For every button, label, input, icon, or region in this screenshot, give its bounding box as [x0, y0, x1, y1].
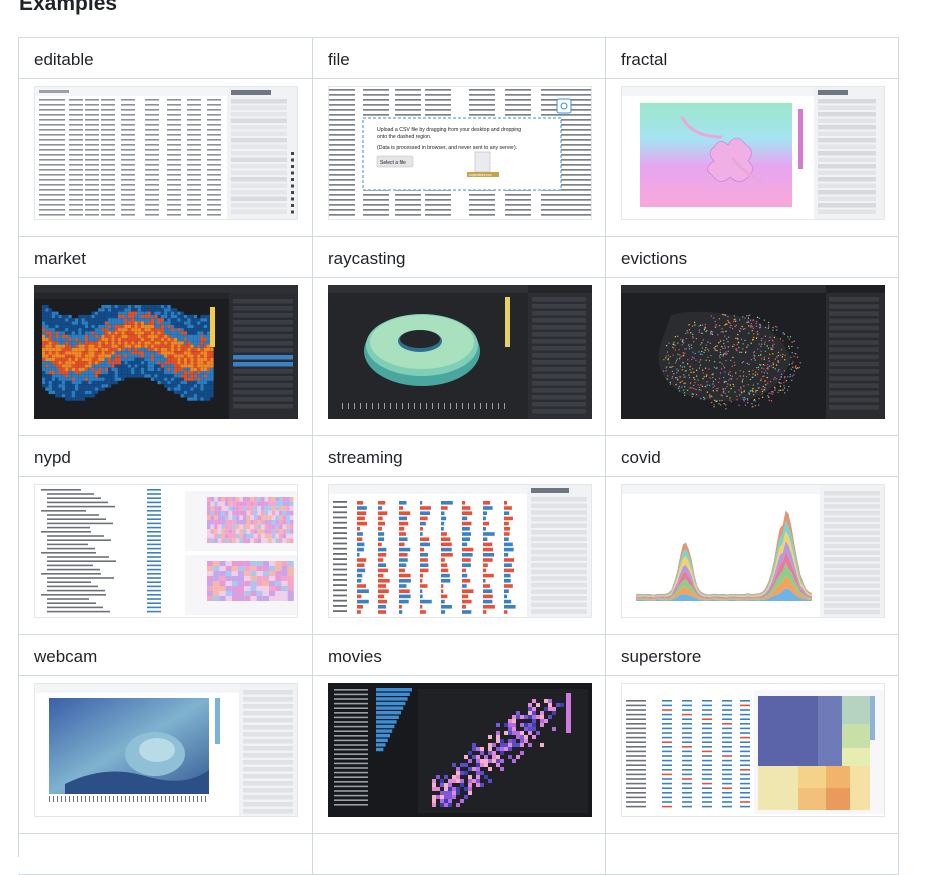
example-thumb-editable[interactable] — [19, 79, 313, 237]
svg-text:Select a file: Select a file — [380, 160, 406, 166]
example-thumb-superstore[interactable] — [606, 676, 899, 834]
streaming-screenshot[interactable] — [328, 484, 592, 618]
example-label[interactable]: editable — [34, 50, 94, 69]
example-label[interactable]: file — [328, 50, 350, 69]
example-label[interactable]: nypd — [34, 448, 71, 467]
example-thumb-movies[interactable] — [313, 676, 606, 834]
example-label[interactable]: streaming — [328, 448, 403, 467]
examples-grid: editable file fractal Upload a CSV file … — [18, 37, 899, 875]
example-label[interactable]: market — [34, 249, 86, 268]
example-title-evictions[interactable]: evictions — [606, 237, 899, 278]
example-title-raycasting[interactable]: raycasting — [313, 237, 606, 278]
example-thumb-webcam[interactable] — [19, 676, 313, 834]
example-thumb-fractal[interactable] — [606, 79, 899, 237]
example-title-next-row — [313, 834, 606, 875]
example-title-next-row — [19, 834, 313, 875]
example-title-next-row — [606, 834, 899, 875]
page-heading: Examples — [19, 0, 118, 15]
example-label[interactable]: evictions — [621, 249, 687, 268]
example-title-nypd[interactable]: nypd — [19, 436, 313, 477]
example-label[interactable]: superstore — [621, 647, 701, 666]
market-screenshot[interactable] — [34, 285, 298, 419]
file-privacy: (Data is processed in browser, and never… — [377, 145, 517, 151]
example-thumb-market[interactable] — [19, 278, 313, 436]
example-title-fractal[interactable]: fractal — [606, 38, 899, 79]
example-title-movies[interactable]: movies — [313, 635, 606, 676]
example-thumb-covid[interactable] — [606, 477, 899, 635]
fractal-screenshot[interactable] — [621, 86, 885, 220]
covid-screenshot[interactable] — [621, 484, 885, 618]
svg-text:onto the dashed region.: onto the dashed region. — [377, 134, 432, 140]
example-title-editable[interactable]: editable — [19, 38, 313, 79]
example-title-streaming[interactable]: streaming — [313, 436, 606, 477]
example-thumb-raycasting[interactable] — [313, 278, 606, 436]
file-instruction: Upload a CSV file by dragging from your … — [377, 127, 521, 133]
file-screenshot[interactable]: Upload a CSV file by dragging from your … — [328, 86, 592, 220]
example-thumb-nypd[interactable] — [19, 477, 313, 635]
raycasting-screenshot[interactable] — [328, 285, 592, 419]
example-title-webcam[interactable]: webcam — [19, 635, 313, 676]
example-label[interactable]: movies — [328, 647, 382, 666]
example-label[interactable]: webcam — [34, 647, 97, 666]
example-title-file[interactable]: file — [313, 38, 606, 79]
example-thumb-file[interactable]: Upload a CSV file by dragging from your … — [313, 79, 606, 237]
example-label[interactable]: fractal — [621, 50, 667, 69]
superstore-screenshot[interactable] — [621, 683, 885, 817]
svg-text:superstore.csv: superstore.csv — [469, 173, 492, 177]
example-thumb-streaming[interactable] — [313, 477, 606, 635]
example-label[interactable]: covid — [621, 448, 661, 467]
example-label[interactable]: raycasting — [328, 249, 405, 268]
example-title-covid[interactable]: covid — [606, 436, 899, 477]
example-title-superstore[interactable]: superstore — [606, 635, 899, 676]
nypd-screenshot[interactable] — [34, 484, 298, 618]
movies-screenshot[interactable] — [328, 683, 592, 817]
editable-screenshot[interactable] — [34, 86, 298, 220]
webcam-screenshot[interactable] — [34, 683, 298, 817]
example-thumb-evictions[interactable] — [606, 278, 899, 436]
example-title-market[interactable]: market — [19, 237, 313, 278]
evictions-screenshot[interactable] — [621, 285, 885, 419]
file-icon — [474, 151, 491, 173]
